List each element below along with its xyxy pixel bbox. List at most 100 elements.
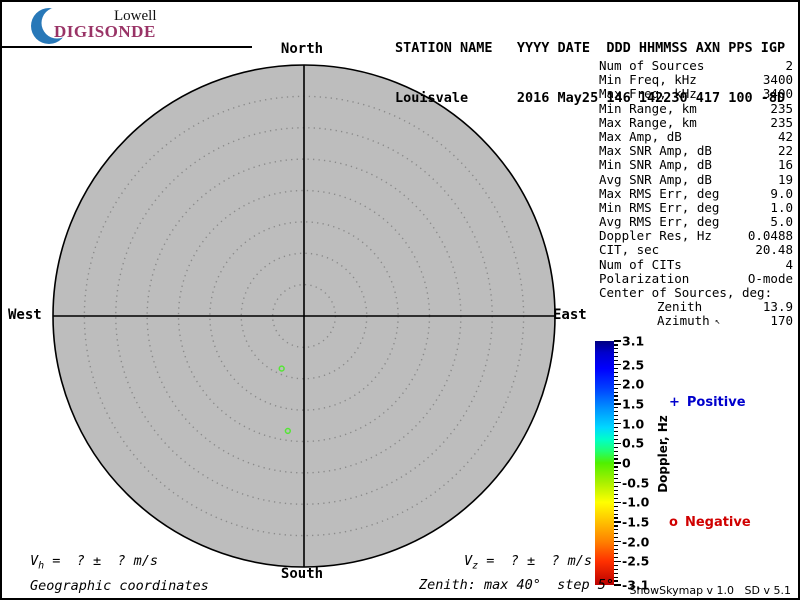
colorbar-minor-tick xyxy=(614,545,618,547)
colorbar-minor-tick xyxy=(614,375,618,377)
stats-label: Max SNR Amp, dB xyxy=(599,143,712,159)
colorbar-minor-tick xyxy=(614,548,618,551)
compass-north-label: North xyxy=(280,41,324,57)
stats-value: 42 xyxy=(777,128,793,144)
colorbar-minor-tick xyxy=(614,430,618,433)
colorbar-minor-tick xyxy=(614,474,618,476)
colorbar-major-tick xyxy=(614,481,621,484)
colorbar-minor-tick xyxy=(614,466,618,468)
stats-label: Num of CITs xyxy=(599,256,682,272)
colorbar-minor-tick xyxy=(614,360,618,362)
colorbar-minor-tick xyxy=(614,470,618,472)
stats-label: Min SNR Amp, dB xyxy=(599,157,712,173)
azimuth-direction-arrow-icon: ↖ xyxy=(714,317,721,328)
colorbar-minor-tick xyxy=(614,395,618,397)
colorbar-minor-tick xyxy=(614,489,618,492)
colorbar-major-tick xyxy=(614,442,621,444)
stats-row: Avg RMS Err, deg 5.0 xyxy=(599,214,793,230)
vh-value: = ? ± ? m/s xyxy=(44,553,158,569)
stats-row: Zenith 13.9 xyxy=(599,299,793,315)
showskymap-window: Lowell DIGISONDE STATION NAME YYYY DATE … xyxy=(0,0,800,600)
stats-label: Zenith xyxy=(657,299,703,315)
colorbar-major-tick xyxy=(614,383,621,385)
legend-negative: o Negative xyxy=(669,515,751,530)
compass-south-label: South xyxy=(280,566,324,582)
vz-value: = ? ± ? m/s xyxy=(478,553,592,569)
stats-label: CIT, sec xyxy=(599,242,660,258)
colorbar-minor-tick xyxy=(614,458,618,460)
stats-label: Max RMS Err, deg xyxy=(599,185,720,201)
compass-east-label: East xyxy=(553,307,587,323)
colorbar-tick-label: 1.5 xyxy=(622,396,645,412)
stats-label: Center of Sources, deg: xyxy=(599,285,773,300)
stats-row: Min RMS Err, deg 1.0 xyxy=(599,200,793,215)
stats-row: Max Freq, kHz 3400 xyxy=(599,87,793,101)
stats-value: 22 xyxy=(777,143,793,159)
legend-positive: + Positive xyxy=(669,395,746,410)
stats-label: Avg SNR Amp, dB xyxy=(599,171,712,187)
vh-symbol: V xyxy=(30,553,39,569)
colorbar-minor-tick xyxy=(614,552,618,555)
stats-label: Azimuth ↖ xyxy=(657,313,721,329)
stats-label: Min Range, km xyxy=(599,100,697,116)
positive-marker-icon: + xyxy=(669,395,680,410)
colorbar-minor-tick xyxy=(614,529,618,531)
colorbar-major-tick xyxy=(614,584,621,586)
stats-row: Max Range, km 235 xyxy=(599,114,793,130)
colorbar-minor-tick xyxy=(614,379,618,381)
legend-negative-label: Negative xyxy=(684,515,751,530)
colorbar-minor-tick xyxy=(614,556,618,559)
vertical-velocity-readout: Vz = ? ± ? m/s xyxy=(464,553,592,572)
colorbar-minor-tick xyxy=(614,407,618,409)
stats-row: Num of CITs 4 xyxy=(599,256,793,272)
colorbar-minor-tick xyxy=(614,367,618,370)
colorbar-major-tick xyxy=(614,462,621,464)
stats-value: 0.0488 xyxy=(747,228,793,244)
stats-label: Avg RMS Err, deg xyxy=(599,214,720,230)
stats-label: Num of Sources xyxy=(599,58,705,73)
stats-label: Max Amp, dB xyxy=(599,128,682,144)
stats-label: Max Freq, kHz xyxy=(599,86,697,102)
colorbar-minor-tick xyxy=(614,537,618,539)
colorbar-minor-tick xyxy=(614,533,618,535)
stats-row: Min Freq, kHz 3400 xyxy=(599,72,793,88)
colorbar-minor-tick xyxy=(614,419,618,421)
stats-value: 13.9 xyxy=(762,299,793,315)
stats-row: Avg SNR Amp, dB 19 xyxy=(599,171,793,187)
colorbar-minor-tick xyxy=(614,411,618,413)
colorbar-tick-label: 3.1 xyxy=(622,333,645,349)
colorbar-minor-tick xyxy=(614,348,618,350)
stats-value: 235 xyxy=(770,114,793,130)
stats-label: Min Freq, kHz xyxy=(599,72,697,88)
stats-row: Polarization O-mode xyxy=(599,270,793,286)
colorbar-minor-tick xyxy=(614,509,618,511)
stats-row: Max RMS Err, deg 9.0 xyxy=(599,185,793,201)
stats-value: 2 xyxy=(785,58,793,73)
colorbar-tick-label: 0.5 xyxy=(622,435,645,451)
colorbar-tick-label: -0.5 xyxy=(622,475,650,491)
colorbar-major-tick xyxy=(614,501,621,504)
stats-row: Azimuth ↖ 170 xyxy=(599,314,793,328)
colorbar-major-tick xyxy=(614,521,621,523)
colorbar-minor-tick xyxy=(614,391,618,393)
colorbar-tick-label: 2.0 xyxy=(622,376,645,392)
colorbar-minor-tick xyxy=(614,513,618,515)
colorbar-major-tick xyxy=(614,541,621,543)
stats-label: Doppler Res, Hz xyxy=(599,228,712,244)
colorbar-minor-tick xyxy=(614,576,618,578)
colorbar-tick-label: 1.0 xyxy=(622,416,645,432)
colorbar-tick-label: -1.0 xyxy=(622,494,650,510)
colorbar-minor-tick xyxy=(614,352,618,354)
colorbar-minor-tick xyxy=(614,497,618,499)
colorbar-minor-tick xyxy=(614,434,618,437)
colorbar-minor-tick xyxy=(614,505,618,507)
colorbar-major-tick xyxy=(614,422,621,425)
stats-row: Min Range, km 235 xyxy=(599,100,793,116)
stats-value: O-mode xyxy=(747,270,793,286)
stats-value: 5.0 xyxy=(770,214,793,230)
colorbar-minor-tick xyxy=(614,454,618,456)
negative-marker-icon: o xyxy=(669,515,678,530)
colorbar-minor-tick xyxy=(614,426,618,429)
stats-value: 19 xyxy=(777,171,793,187)
stats-value: 4 xyxy=(785,256,793,272)
